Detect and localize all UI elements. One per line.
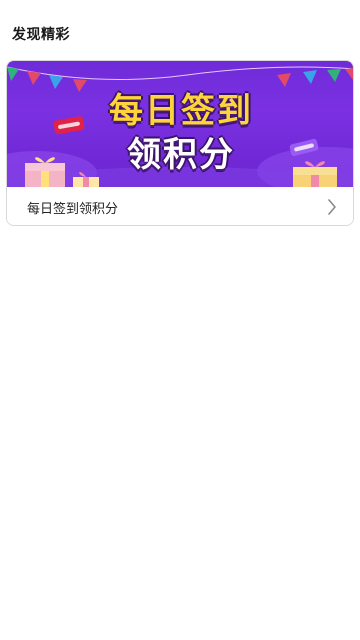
chevron-right-icon — [328, 199, 336, 215]
section-title: 发现精彩 — [12, 27, 70, 43]
banner-title-line1: 每日签到 — [109, 91, 253, 131]
daily-checkin-banner[interactable]: 每日签到 领积分 — [7, 61, 353, 187]
daily-checkin-label: 每日签到领积分 — [27, 201, 119, 217]
discover-page: 发现精彩 每日签到 领积分 每日签到领积分 — [0, 0, 360, 640]
banner-title-line2: 领积分 — [127, 135, 235, 175]
daily-checkin-row[interactable]: 每日签到领积分 — [7, 187, 353, 225]
daily-checkin-card[interactable]: 每日签到 领积分 每日签到领积分 — [6, 60, 354, 226]
